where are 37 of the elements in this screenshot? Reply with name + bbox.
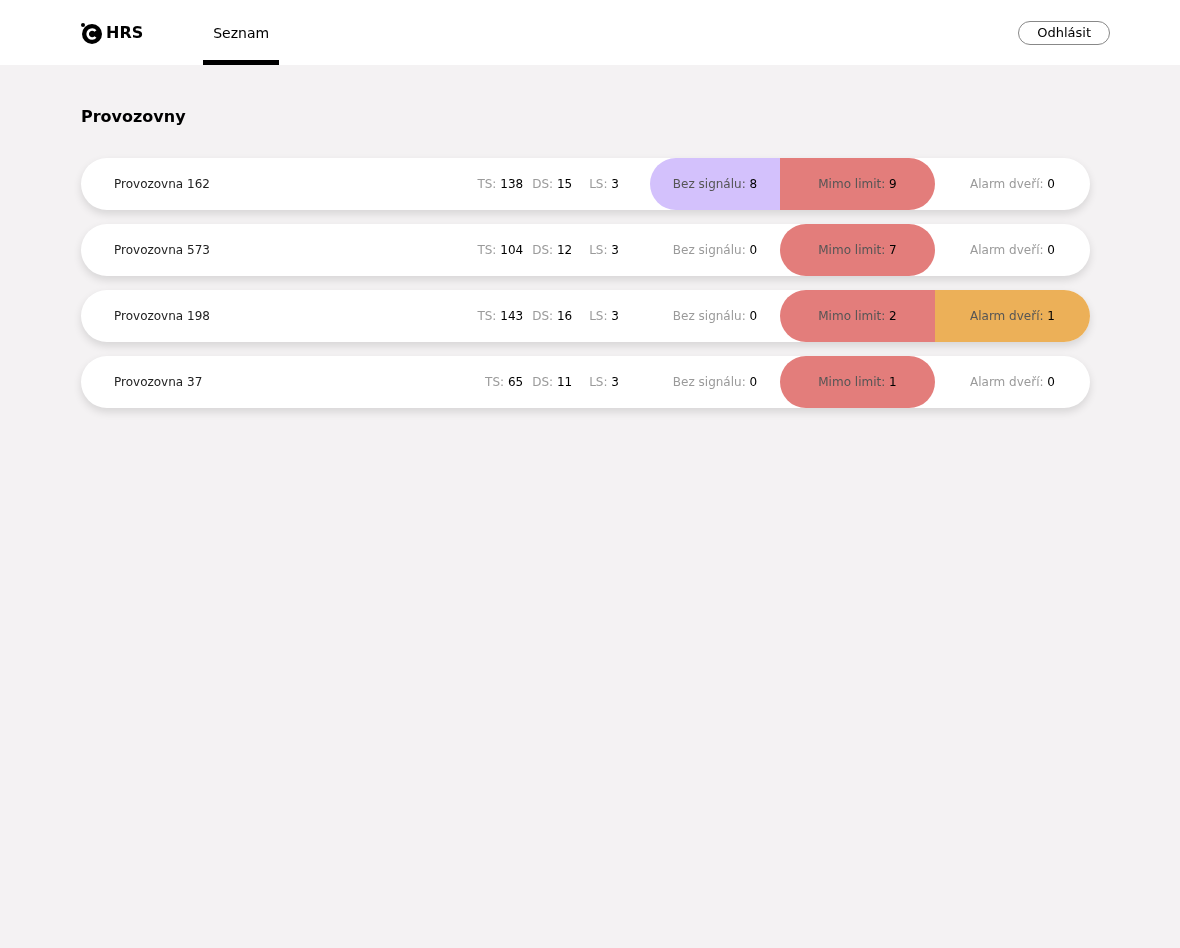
alert-counter: Alarm dveří: 0 (969, 242, 1056, 259)
location-name: Provozovna 573 (113, 243, 211, 257)
sensor-count: TS: 138 (477, 177, 524, 191)
alert-counter: Bez signálu: 0 (671, 308, 759, 325)
location-name: Provozovna 198 (113, 309, 211, 323)
location-row[interactable]: Provozovna 37 TS: 65 DS: 11 LS: 3 Bez signálu: 0 Mimo limit: 1 Alarm dveří: 0 (81, 356, 1090, 408)
page-title: Provozovny (81, 107, 187, 126)
sensor-count: TS: 104 (477, 243, 524, 257)
logout-button[interactable]: Odhlásit (1018, 20, 1110, 45)
alert-counter: Mimo limit: 2 (780, 290, 935, 342)
location-name: Provozovna 37 (113, 375, 204, 389)
location-row[interactable]: Provozovna 573 TS: 104 DS: 12 LS: 3 Bez signálu: 0 Mimo limit: 7 Alarm dveří: 0 (81, 224, 1090, 276)
alert-counter: Mimo limit: 7 (780, 224, 935, 276)
alert-counter: Alarm dveří: 0 (969, 374, 1056, 391)
sensor-count: LS: 3 (589, 375, 619, 389)
sensor-count: DS: 15 (532, 177, 573, 191)
nav-tab[interactable]: Seznam (203, 0, 280, 65)
alert-counter: Bez signálu: 0 (671, 242, 759, 259)
sensor-count: TS: 65 (485, 375, 524, 389)
location-name: Provozovna 162 (113, 177, 211, 191)
alert-counter: Bez signálu: 8 (650, 158, 780, 210)
alert-counter: Alarm dveří: 1 (935, 290, 1090, 342)
logo-icon (80, 21, 102, 44)
logo-text: HRS (106, 23, 144, 42)
alert-counter: Mimo limit: 1 (780, 356, 935, 408)
alert-counter: Mimo limit: 9 (780, 158, 935, 210)
alert-counter: Bez signálu: 0 (671, 374, 759, 391)
location-row[interactable]: Provozovna 198 TS: 143 DS: 16 LS: 3 Bez signálu: 0 Mimo limit: 2 Alarm dveří: 1 (81, 290, 1090, 342)
sensor-count: LS: 3 (589, 243, 619, 257)
alert-counter: Alarm dveří: 0 (969, 176, 1056, 193)
location-row[interactable]: Provozovna 162 TS: 138 DS: 15 LS: 3 Bez signálu: 8 Mimo limit: 9 Alarm dveří: 0 (81, 158, 1090, 210)
sensor-count: TS: 143 (477, 309, 524, 323)
sensor-count: DS: 12 (532, 243, 573, 257)
sensor-count: DS: 16 (532, 309, 573, 323)
sensor-count: LS: 3 (589, 309, 619, 323)
sensor-count: LS: 3 (589, 177, 619, 191)
sensor-count: DS: 11 (532, 375, 573, 389)
